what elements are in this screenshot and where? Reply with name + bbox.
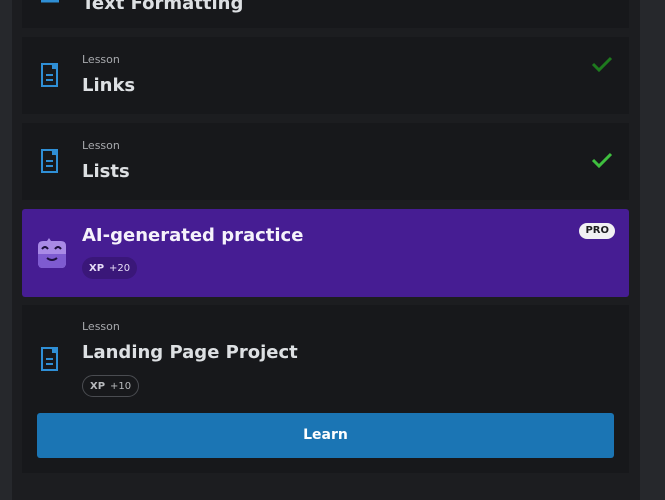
lesson-document-icon: [41, 0, 59, 3]
completed-check-icon: [591, 152, 613, 169]
lesson-kind-label: Lesson: [82, 53, 120, 66]
lesson-card-links[interactable]: Lesson Links: [22, 37, 629, 114]
lesson-card-lists[interactable]: Lesson Lists: [22, 123, 629, 200]
mascot-icon: [38, 238, 66, 268]
completed-check-icon: [591, 56, 613, 73]
xp-label: XP: [90, 380, 106, 392]
learn-button[interactable]: Learn: [37, 413, 614, 458]
ai-practice-title: AI-generated practice: [82, 225, 304, 246]
lesson-document-icon: [41, 149, 58, 173]
lesson-title: Lists: [82, 161, 130, 182]
lesson-kind-label: Lesson: [82, 139, 120, 152]
xp-value: +10: [110, 380, 132, 392]
lesson-title: Links: [82, 75, 136, 96]
pro-badge: PRO: [579, 223, 615, 239]
lesson-document-icon: [41, 347, 58, 371]
xp-label: XP: [89, 262, 105, 274]
xp-badge: XP +10: [82, 375, 140, 397]
lesson-title: Text Formatting: [82, 0, 244, 14]
lesson-card-text-formatting[interactable]: Text Formatting: [22, 0, 629, 28]
xp-value: +20: [109, 262, 131, 274]
lesson-title: Landing Page Project: [82, 342, 298, 363]
lesson-kind-label: Lesson: [82, 320, 120, 333]
ai-practice-card[interactable]: AI-generated practice PRO XP +20: [22, 209, 629, 297]
lesson-document-icon: [41, 63, 58, 87]
xp-badge: XP +20: [82, 257, 138, 279]
lesson-card-landing-page-project: Lesson Landing Page Project XP +10 Learn: [22, 305, 629, 473]
